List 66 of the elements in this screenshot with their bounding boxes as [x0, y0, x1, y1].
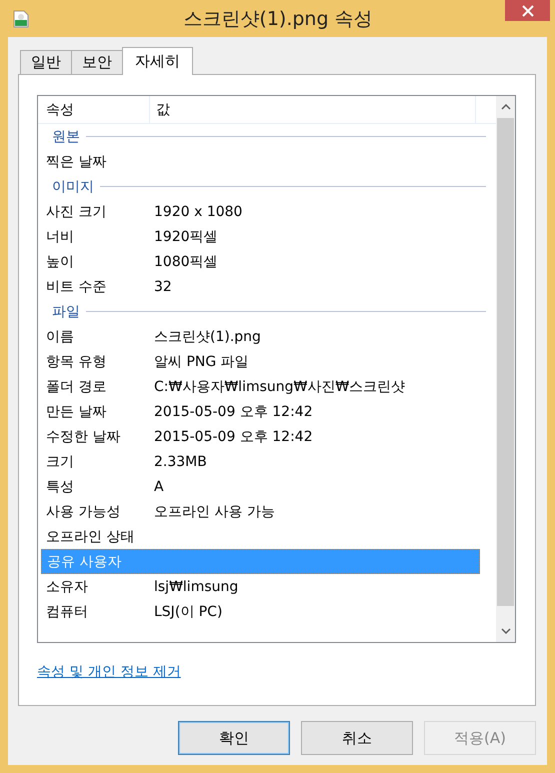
property-value: 32 [154, 278, 172, 294]
property-row[interactable]: 만든 날짜 2015-05-09 오후 12:42 [38, 399, 480, 424]
property-name: 오프라인 상태 [46, 528, 136, 546]
property-value: 2015-05-09 오후 12:42 [154, 428, 313, 446]
remove-properties-link[interactable]: 속성 및 개인 정보 제거 [37, 663, 181, 681]
property-name: 비트 수준 [46, 278, 108, 296]
property-name: 사진 크기 [46, 202, 108, 220]
property-name: 공유 사용자 [47, 552, 122, 570]
dialog-button[interactable]: 확인 [178, 721, 290, 755]
scroll-down-icon[interactable] [500, 628, 510, 634]
property-name: 수정한 날짜 [46, 428, 122, 446]
property-name: 소유자 [46, 578, 89, 596]
property-row[interactable]: 컴퓨터 LSJ(이 PC) [38, 599, 480, 624]
property-name: 컴퓨터 [46, 602, 89, 620]
property-value: lsj₩limsung [154, 578, 238, 594]
property-value: C:₩사용자₩limsung₩사진₩스크린샷 [154, 378, 406, 396]
property-row[interactable]: 폴더 경로 C:₩사용자₩limsung₩사진₩스크린샷 [38, 374, 480, 399]
property-value: 스크린샷(1).png [154, 328, 261, 346]
property-name: 이름 [46, 328, 75, 346]
property-row[interactable]: 찍은 날짜 [38, 149, 480, 174]
scroll-thumb[interactable] [497, 118, 514, 606]
scroll-up-icon[interactable] [500, 104, 510, 110]
tab[interactable]: 보안 [71, 50, 123, 74]
close-button[interactable] [505, 0, 550, 21]
property-row[interactable]: 사진 크기 1920 x 1080 [38, 199, 480, 224]
property-value: 2.33MB [154, 454, 207, 470]
column-header[interactable]: 값 [150, 96, 476, 123]
property-name: 찍은 날짜 [46, 152, 108, 170]
property-name: 만든 날짜 [46, 402, 108, 420]
property-name: 너비 [46, 228, 75, 246]
property-row[interactable]: 이름 스크린샷(1).png [38, 324, 480, 349]
property-name: 폴더 경로 [46, 378, 108, 396]
property-row[interactable]: 사용 가능성 오프라인 사용 가능 [38, 499, 480, 524]
property-value: LSJ(이 PC) [154, 602, 222, 620]
property-row[interactable]: 높이 1080픽셀 [38, 249, 480, 274]
property-row[interactable]: 비트 수준 32 [38, 274, 480, 299]
property-name: 특성 [46, 478, 75, 496]
column-header[interactable]: 속성 [38, 96, 150, 123]
property-value: 1920 x 1080 [154, 204, 242, 220]
property-value: 1920픽셀 [154, 228, 218, 246]
image-file-icon [13, 10, 29, 28]
property-value: 오프라인 사용 가능 [154, 502, 275, 520]
property-value: 알씨 PNG 파일 [154, 352, 249, 370]
scrollbar[interactable] [496, 96, 515, 642]
group-header: 원본 [52, 128, 80, 146]
property-row[interactable]: 크기 2.33MB [38, 449, 480, 474]
tab[interactable]: 자세히 [122, 47, 193, 75]
property-row[interactable]: 특성 A [38, 474, 480, 499]
group-header: 이미지 [52, 178, 94, 196]
property-name: 항목 유형 [46, 352, 108, 370]
property-value: 1080픽셀 [154, 252, 218, 270]
dialog-button[interactable]: 취소 [301, 721, 413, 755]
window-title: 스크린샷(1).png 속성 [183, 6, 373, 32]
property-row[interactable]: 오프라인 상태 [38, 524, 480, 549]
group-header: 파일 [52, 302, 80, 320]
property-row[interactable]: 소유자 lsj₩limsung [38, 574, 480, 599]
tab[interactable]: 일반 [20, 50, 72, 74]
property-name: 높이 [46, 252, 75, 270]
close-icon [522, 4, 534, 16]
property-row[interactable]: 너비 1920픽셀 [38, 224, 480, 249]
property-name: 사용 가능성 [46, 502, 122, 520]
property-row[interactable]: 수정한 날짜 2015-05-09 오후 12:42 [38, 424, 480, 449]
property-name: 크기 [46, 452, 75, 470]
property-value: A [154, 478, 164, 494]
property-value: 2015-05-09 오후 12:42 [154, 402, 313, 420]
property-row[interactable]: 항목 유형 알씨 PNG 파일 [38, 349, 480, 374]
